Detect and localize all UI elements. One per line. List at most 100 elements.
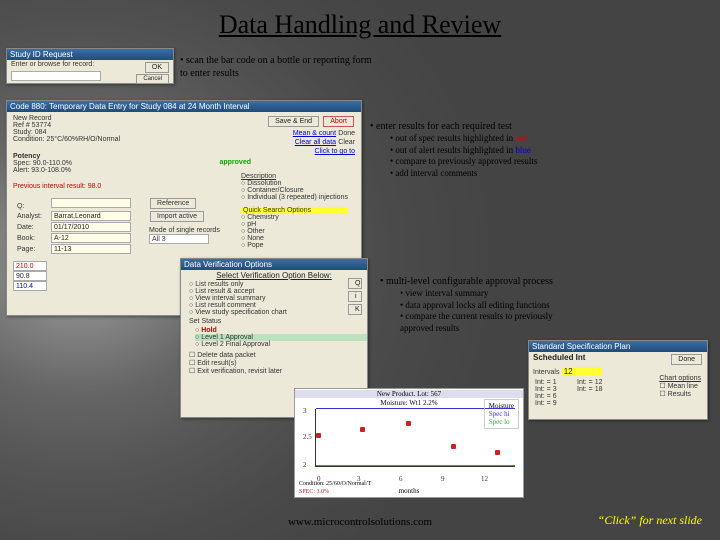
chart-title: New Product. Lot: 567: [295, 390, 523, 398]
vo-3[interactable]: View interval summary: [189, 295, 367, 302]
chk-edit[interactable]: Edit result(s): [189, 359, 359, 367]
vo-4[interactable]: List result comment: [189, 302, 367, 309]
txt: • out of alert results highlighted in: [390, 145, 515, 155]
verify-hdr: Select Verification Option Below:: [185, 271, 363, 280]
caption-enter-s2: • out of alert results highlighted in bl…: [390, 145, 630, 157]
caption-enter-s4: • add interval comments: [390, 168, 630, 180]
date-field[interactable]: 01/17/2010: [51, 222, 131, 232]
prompt: Enter or browse for record:: [11, 61, 94, 68]
analyst-lbl: Analyst:: [17, 213, 51, 220]
q-field[interactable]: [51, 198, 131, 208]
analyst-field[interactable]: Barrat,Leonard: [51, 211, 131, 221]
reference-button[interactable]: Reference: [150, 198, 196, 209]
hdr-ref: Ref # 53774: [13, 122, 120, 129]
status-l1[interactable]: Level 1 Approval: [195, 334, 367, 341]
icon-q-button[interactable]: Q: [348, 278, 362, 289]
mean-val: Done: [338, 130, 355, 137]
caption-enter-s1: • out of spec results highlighted in red: [390, 133, 630, 145]
dlg-dataentry-title: Code 880: Temporary Data Entry for Study…: [7, 101, 361, 112]
chart-footer1: SPEC: 3.0%: [299, 489, 329, 495]
xtick-6: 6: [399, 475, 403, 483]
chk-delete[interactable]: Delete data packet: [189, 351, 359, 359]
result-2[interactable]: 90.8: [13, 271, 47, 281]
int-4: Int: = 9: [535, 400, 557, 407]
vo-2[interactable]: List result & accept: [189, 288, 367, 295]
opt-cc[interactable]: Container/Closure: [241, 187, 348, 194]
txt-red: red: [515, 133, 527, 143]
vo-1[interactable]: List results only: [189, 281, 367, 288]
cond-lbl: Condition:: [13, 136, 45, 143]
ytick-25: 2.5: [303, 433, 312, 441]
import-button[interactable]: Import active: [150, 211, 204, 222]
icon-k-button[interactable]: K: [348, 304, 362, 315]
intv-val[interactable]: 12: [562, 367, 602, 376]
caption-approval-l1: • multi-level configurable approval proc…: [380, 275, 640, 288]
caption-approval-s4: approved results: [400, 323, 640, 335]
chk-meanline[interactable]: Mean line: [659, 382, 701, 390]
quick-hdr: Quick Search Options: [241, 207, 348, 214]
result-3[interactable]: 110.4: [13, 281, 47, 291]
hdr-study: Study: 084: [13, 129, 120, 136]
chart-point: [451, 444, 456, 449]
caption-enter-s3: • compare to previously approved results: [390, 156, 630, 168]
abort-button[interactable]: Abort: [323, 116, 354, 127]
set-status-lbl: Set Status: [189, 318, 359, 325]
mode-field[interactable]: All 3: [149, 234, 209, 244]
alert-lbl: Alert: 93.0-108.0%: [13, 167, 72, 174]
xtick-12: 12: [481, 475, 488, 483]
mean-link[interactable]: Mean & count: [293, 130, 336, 137]
chart-legend: Moisture Spec hi Spec lo: [484, 399, 519, 429]
hdr-new: New Record: [13, 115, 120, 122]
chart-panel: New Product. Lot: 567 Moisture: Wt1 2.2%…: [294, 388, 524, 498]
dlg-sched: Standard Specification Plan Scheduled In…: [528, 340, 708, 420]
txt: • out of spec results highlighted in: [390, 133, 515, 143]
dlg-sched-title: Standard Specification Plan: [529, 341, 707, 352]
ytick-3: 3: [303, 407, 307, 415]
done-button[interactable]: Done: [671, 354, 702, 365]
result-1[interactable]: 210.0: [13, 261, 47, 271]
icon-i-button[interactable]: i: [348, 291, 362, 302]
dlg-verify-title: Data Verification Options: [181, 259, 367, 270]
opt-pope[interactable]: Pope: [241, 242, 348, 249]
chart-footer2: Condition: 25/60/O/Normal/T: [299, 481, 371, 487]
int-3: Int: = 6: [535, 393, 557, 400]
clear-val: Clear: [338, 139, 355, 146]
goto-link[interactable]: Click to go to: [315, 148, 355, 155]
prev-msg: Previous interval result: 98.0: [13, 183, 101, 190]
opt-other[interactable]: Other: [241, 228, 348, 235]
slide-title: Data Handling and Review: [0, 10, 720, 40]
caption-approval-s3: • compare the current results to previou…: [400, 311, 640, 323]
dlg-studyid: Study ID Request Enter or browse for rec…: [6, 48, 174, 84]
opt-none[interactable]: None: [241, 235, 348, 242]
spec-lo-line: [316, 465, 515, 466]
int-6: Int: = 18: [577, 386, 603, 393]
chk-exit[interactable]: Exit verification, revisit later: [189, 367, 359, 375]
save-button[interactable]: Save & End: [268, 116, 319, 127]
chart-point: [406, 421, 411, 426]
page-field[interactable]: 11-13: [51, 244, 131, 254]
book-field[interactable]: A-12: [51, 233, 131, 243]
int-2: Int: = 3: [535, 386, 557, 393]
vo-5[interactable]: View study specification chart: [189, 309, 367, 316]
ok-button[interactable]: OK: [145, 62, 169, 73]
studyid-input[interactable]: [11, 71, 101, 81]
status-l2[interactable]: Level 2 Final Approval: [195, 341, 367, 348]
spec-lbl: Spec: 90.0-110.0%: [13, 160, 72, 167]
opt-ph[interactable]: pH: [241, 221, 348, 228]
clear-link[interactable]: Clear all data: [295, 139, 336, 146]
mode-lbl: Mode of single records: [149, 227, 220, 234]
caption-scan: • scan the bar code on a bottle or repor…: [180, 54, 420, 80]
opt-chem[interactable]: Chemistry: [241, 214, 348, 221]
page-lbl: Page:: [17, 246, 51, 253]
caption-scan-l2: to enter results: [180, 67, 420, 80]
ytick-2: 2: [303, 461, 307, 469]
chk-results[interactable]: Results: [659, 390, 701, 398]
cancel-button[interactable]: Cancel: [136, 74, 169, 84]
opt-disso[interactable]: Dissolution: [241, 180, 348, 187]
opt-ind[interactable]: Individual (3 repeated) injections: [241, 194, 348, 201]
potency-lbl: Potency: [13, 153, 72, 160]
caption-enter: • enter results for each required test •…: [370, 120, 630, 180]
status-hold[interactable]: Hold: [195, 327, 367, 334]
int-1: Int: = 1: [535, 379, 557, 386]
cond-val: 25°C/60%RH/O/Normal: [46, 136, 120, 143]
